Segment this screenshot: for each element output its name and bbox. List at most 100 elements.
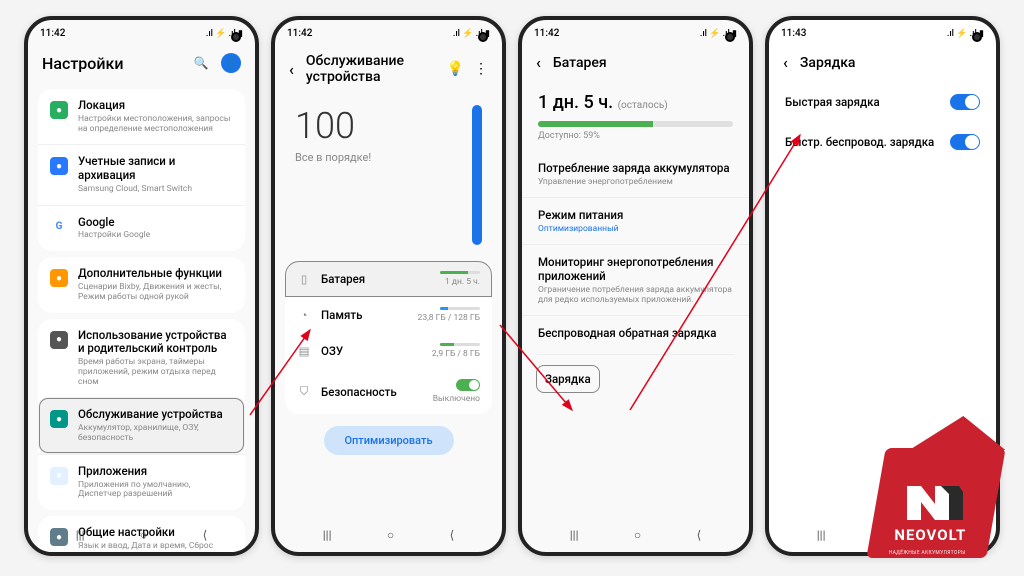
back-icon[interactable]: ‹ (783, 53, 788, 72)
camera-hole (725, 32, 735, 42)
search-icon[interactable]: 🔍 (191, 53, 211, 73)
logo-tagline: НАДЁЖНЫЕ АККУМУЛЯТОРЫ (867, 550, 987, 556)
setting-title: Дополнительные функции (78, 267, 233, 281)
logo-brand: NEOVOLT (870, 526, 990, 544)
battery-section-1[interactable]: Режим питания Оптимизированный (522, 197, 749, 244)
setting-title: Google (78, 216, 233, 230)
camera-hole (231, 32, 241, 42)
score-bar (472, 105, 482, 245)
clock: 11:42 (287, 28, 312, 39)
toggle-switch[interactable] (950, 134, 980, 150)
setting-subtitle: Аккумулятор, хранилище, ОЗУ, безопасност… (78, 424, 233, 444)
camera-hole (972, 32, 982, 42)
neovolt-logo: NEOVOLT НАДЁЖНЫЕ АККУМУЛЯТОРЫ (876, 448, 996, 558)
setting-subtitle: Samsung Cloud, Smart Switch (78, 185, 233, 195)
stat-value: 1 дн. 5 ч. (445, 277, 480, 287)
avatar-icon[interactable]: 👤 (221, 53, 241, 73)
stat-label: Батарея (321, 272, 430, 286)
stat-label: Память (321, 308, 408, 322)
stat-value: 23,8 ГБ / 128 ГБ (418, 313, 480, 323)
battery-time-suffix: (осталось) (618, 100, 668, 111)
setting-row-3[interactable]: ● Дополнительные функции Сценарии Bixby,… (38, 257, 245, 312)
page-title: Зарядка (800, 55, 982, 71)
stat-value: Выключено (433, 394, 480, 404)
toggle-row-0: Быстрая зарядка (769, 82, 996, 122)
setting-subtitle: Сценарии Bixby, Движения и жесты, Режим … (78, 283, 233, 303)
stat-icon: ◔ (297, 308, 311, 322)
clock: 11:42 (40, 28, 65, 39)
page-title: Настройки (42, 54, 123, 73)
setting-row-2[interactable]: G Google Настройки Google (38, 205, 245, 252)
setting-row-5[interactable]: ● Обслуживание устройства Аккумулятор, х… (38, 397, 245, 453)
setting-icon: ● (50, 331, 68, 349)
toggle-label: Быстрая зарядка (785, 95, 950, 109)
device-care-header: ‹ Обслуживание устройства 💡 ⋮ (275, 43, 502, 95)
page-title: Обслуживание устройства (306, 53, 447, 85)
back-icon[interactable]: ‹ (536, 53, 541, 72)
setting-subtitle: Настройки местоположения, запросы на опр… (78, 115, 233, 135)
back-icon[interactable]: ‹ (289, 60, 294, 79)
clock: 11:42 (534, 28, 559, 39)
clock: 11:43 (781, 28, 806, 39)
optimize-button[interactable]: Оптимизировать (324, 426, 454, 455)
navbar[interactable]: |||○⟨ (28, 522, 255, 548)
toggle-switch[interactable] (950, 94, 980, 110)
setting-subtitle: Настройки Google (78, 231, 233, 241)
mini-bar (440, 343, 480, 346)
section-title: Мониторинг энергопотребления приложений (538, 255, 733, 283)
setting-row-6[interactable]: ● Приложения Приложения по умолчанию, Ди… (38, 454, 245, 510)
navbar[interactable]: |||○⟨ (275, 522, 502, 548)
mini-bar (440, 307, 480, 310)
setting-row-4[interactable]: ● Использование устройства и родительски… (38, 319, 245, 398)
setting-subtitle: Приложения по умолчанию, Диспетчер разре… (78, 481, 233, 501)
setting-title: Учетные записи и архивация (78, 155, 233, 183)
charging-row[interactable]: Зарядка (536, 354, 735, 403)
setting-row-1[interactable]: ● Учетные записи и архивация Samsung Clo… (38, 144, 245, 204)
page-title: Батарея (553, 55, 735, 71)
setting-title: Использование устройства и родительский … (78, 329, 233, 357)
mini-toggle (456, 379, 480, 391)
mini-bar (440, 271, 480, 274)
phone-device-care: 11:42 .ıl ⚡ .ıl ▮ ‹ Обслуживание устройс… (271, 16, 506, 556)
stat-label: Безопасность (321, 385, 423, 399)
battery-summary: 1 дн. 5 ч. (осталось) Доступно: 59% (522, 82, 749, 151)
camera-hole (478, 32, 488, 42)
setting-row-0[interactable]: ● Локация Настройки местоположения, запр… (38, 89, 245, 144)
stat-value: 2,9 ГБ / 8 ГБ (432, 349, 480, 359)
section-title: Беспроводная обратная зарядка (538, 326, 733, 340)
section-subtitle: Управление энергопотреблением (538, 177, 733, 187)
bulb-icon[interactable]: 💡 (447, 61, 464, 77)
stat-row-Память[interactable]: ◔ Память 23,8 ГБ / 128 ГБ (285, 297, 492, 333)
charging-label: Зарядка (536, 365, 600, 393)
navbar[interactable]: |||○⟨ (522, 522, 749, 548)
stat-row-Батарея[interactable]: ▯ Батарея 1 дн. 5 ч. (285, 261, 492, 297)
setting-icon: ● (50, 467, 68, 485)
score-area: 100 Все в порядке! (275, 95, 502, 255)
battery-section-2[interactable]: Мониторинг энергопотребления приложений … (522, 244, 749, 315)
setting-icon: ● (50, 269, 68, 287)
section-title: Режим питания (538, 208, 733, 222)
toggle-row-1: Быстр. беспровод. зарядка (769, 122, 996, 162)
toggle-label: Быстр. беспровод. зарядка (785, 135, 950, 149)
score-status: Все в порядке! (295, 151, 472, 164)
charging-header: ‹ Зарядка (769, 43, 996, 82)
battery-section-3[interactable]: Беспроводная обратная зарядка (522, 315, 749, 350)
statusbar: 11:42 .ıl ⚡ .ıl ▮ (275, 20, 502, 43)
setting-title: Обслуживание устройства (78, 408, 233, 422)
statusbar: 11:43 .ıl ⚡ .ıl ▮ (769, 20, 996, 43)
battery-bar (538, 121, 733, 127)
setting-icon: ● (50, 410, 68, 428)
setting-title: Локация (78, 99, 233, 113)
setting-icon: G (50, 218, 68, 236)
stat-row-ОЗУ[interactable]: ▤ ОЗУ 2,9 ГБ / 8 ГБ (285, 333, 492, 369)
stat-icon: ▯ (297, 272, 311, 286)
more-icon[interactable]: ⋮ (474, 61, 488, 77)
battery-header: ‹ Батарея (522, 43, 749, 82)
phone-battery: 11:42 .ıl ⚡ .ıl ▮ ‹ Батарея 1 дн. 5 ч. (… (518, 16, 753, 556)
setting-icon: ● (50, 157, 68, 175)
stat-icon: ▤ (297, 344, 311, 358)
setting-subtitle: Время работы экрана, таймеры приложений,… (78, 358, 233, 387)
settings-header: Настройки 🔍 👤 (28, 43, 255, 83)
battery-section-0[interactable]: Потребление заряда аккумулятора Управлен… (522, 151, 749, 197)
stat-row-Безопасность[interactable]: ⛉ Безопасность Выключено (285, 369, 492, 414)
